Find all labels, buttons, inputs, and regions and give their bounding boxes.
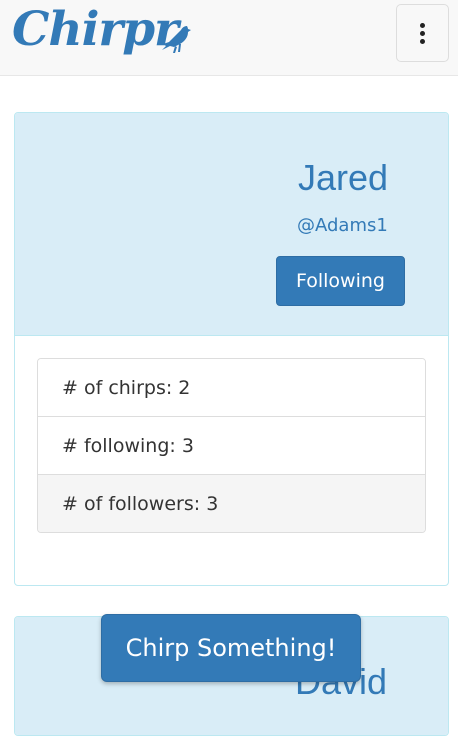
following-button[interactable]: Following: [276, 256, 405, 306]
brand-logo[interactable]: Chirpr: [12, 2, 179, 57]
profile-card-header: Jared @Adams1 Following: [15, 113, 448, 336]
menu-button[interactable]: [396, 4, 449, 62]
navbar: Chirpr: [0, 0, 458, 76]
chirp-something-button[interactable]: Chirp Something!: [101, 614, 361, 682]
kebab-menu-icon: [420, 22, 425, 28]
profile-card: Jared @Adams1 Following # of chirps: 2 #…: [14, 112, 449, 586]
bird-icon: [162, 26, 191, 53]
profile-handle[interactable]: @Adams1: [297, 215, 388, 236]
profile-stats-list: # of chirps: 2 # following: 3 # of follo…: [37, 358, 426, 533]
stat-following: # following: 3: [38, 417, 425, 475]
stat-followers: # of followers: 3: [38, 475, 425, 532]
stat-chirps: # of chirps: 2: [38, 359, 425, 417]
profile-name[interactable]: Jared: [298, 157, 388, 199]
